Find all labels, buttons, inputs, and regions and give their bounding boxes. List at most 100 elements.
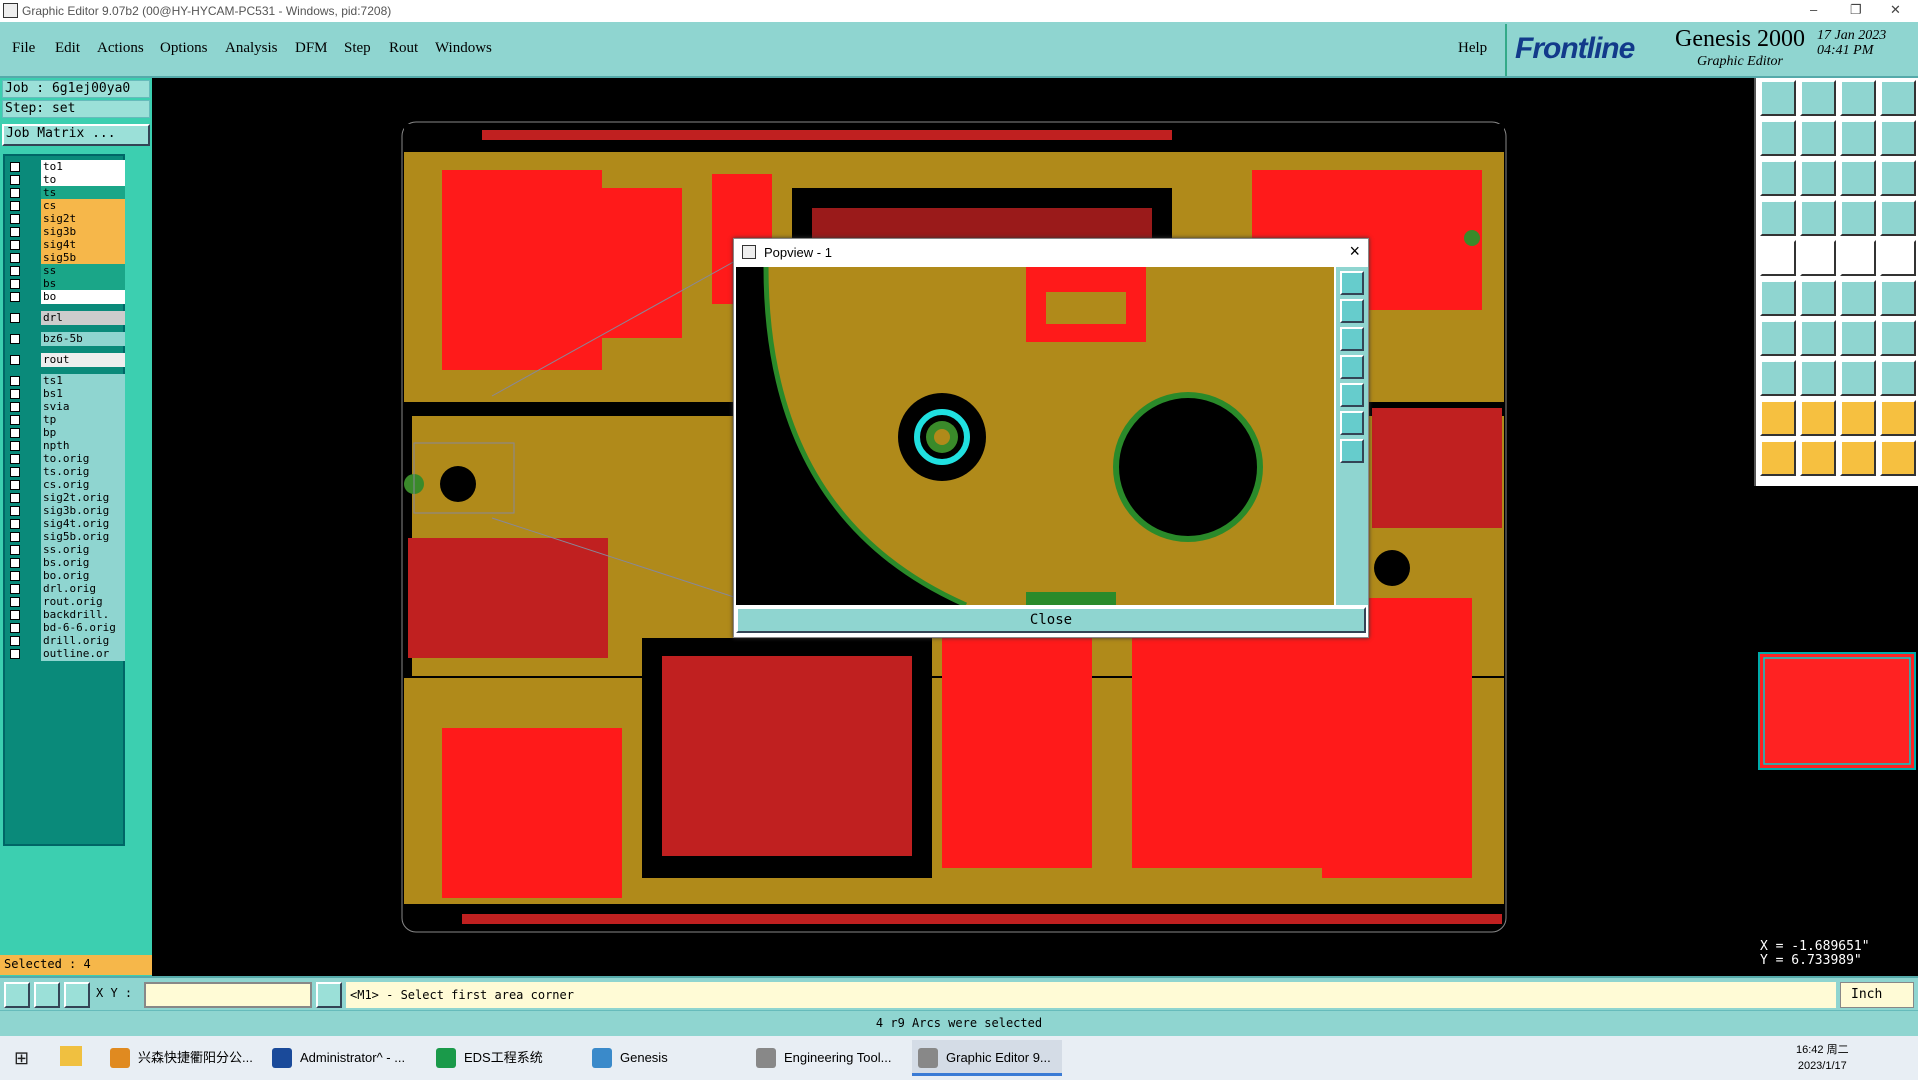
menu-analysis[interactable]: Analysis [225, 40, 278, 57]
layer-row[interactable]: sig3b [7, 225, 127, 239]
popview-canvas[interactable] [736, 267, 1334, 605]
menu-windows[interactable]: Windows [435, 40, 492, 57]
tool-r2-c3-icon[interactable] [1880, 160, 1916, 196]
layer-checkbox[interactable] [10, 227, 20, 237]
tool-r7-c1-icon[interactable] [1800, 360, 1836, 396]
tool-r2-c0-icon[interactable] [1760, 160, 1796, 196]
menu-options[interactable]: Options [160, 40, 208, 57]
layer-checkbox[interactable] [10, 506, 20, 516]
tool-r3-c2-icon[interactable] [1840, 200, 1876, 236]
layer-checkbox[interactable] [10, 389, 20, 399]
tool-r1-c2-icon[interactable] [1840, 120, 1876, 156]
layer-row[interactable]: bo.orig [7, 569, 127, 583]
tool-r1-c0-icon[interactable] [1760, 120, 1796, 156]
layer-checkbox[interactable] [10, 162, 20, 172]
tool-r3-c0-icon[interactable] [1760, 200, 1796, 236]
layer-row[interactable]: rout [7, 353, 127, 367]
layer-checkbox[interactable] [10, 519, 20, 529]
taskbar-item[interactable]: Administrator^ - ... [266, 1040, 416, 1076]
layer-row[interactable]: drl.orig [7, 582, 127, 596]
layer-row[interactable]: ts [7, 186, 127, 200]
job-matrix-button[interactable]: Job Matrix ... [2, 124, 150, 146]
layer-row[interactable]: bd-6-6.orig [7, 621, 127, 635]
layer-checkbox[interactable] [10, 240, 20, 250]
layer-checkbox[interactable] [10, 201, 20, 211]
taskbar-item[interactable]: Engineering Tool... [750, 1040, 900, 1076]
popview-tool-2-icon[interactable] [1340, 299, 1364, 323]
popview-tool-3-icon[interactable] [1340, 327, 1364, 351]
measure-tool-icon[interactable] [34, 982, 60, 1008]
layer-checkbox[interactable] [10, 597, 20, 607]
layer-row[interactable]: bs [7, 277, 127, 291]
layer-checkbox[interactable] [10, 649, 20, 659]
layer-row[interactable]: sig3b.orig [7, 504, 127, 518]
layer-checkbox[interactable] [10, 376, 20, 386]
tool-r9-c1-icon[interactable] [1800, 440, 1836, 476]
popview-close-icon[interactable]: × [1349, 241, 1360, 262]
layer-checkbox[interactable] [10, 610, 20, 620]
menu-dfm[interactable]: DFM [295, 40, 328, 57]
tool-r6-c0-icon[interactable] [1760, 320, 1796, 356]
layer-row[interactable]: sig4t [7, 238, 127, 252]
tool-r5-c0-icon[interactable] [1760, 280, 1796, 316]
layer-checkbox[interactable] [10, 636, 20, 646]
tool-r1-c1-icon[interactable] [1800, 120, 1836, 156]
layer-row[interactable]: sig2t.orig [7, 491, 127, 505]
popview-close-button[interactable]: Close [736, 607, 1366, 633]
layer-checkbox[interactable] [10, 545, 20, 555]
layer-checkbox[interactable] [10, 532, 20, 542]
windows-start-icon[interactable]: ⊞ [14, 1048, 29, 1069]
cursor-tool-icon[interactable] [316, 982, 342, 1008]
menu-step[interactable]: Step [344, 40, 371, 57]
layer-checkbox[interactable] [10, 493, 20, 503]
layer-row[interactable]: ts1 [7, 374, 127, 388]
xy-input[interactable] [144, 982, 312, 1008]
layer-row[interactable]: cs [7, 199, 127, 213]
tool-r8-c0-icon[interactable] [1760, 400, 1796, 436]
tool-r7-c2-icon[interactable] [1840, 360, 1876, 396]
layer-row[interactable]: npth [7, 439, 127, 453]
unit-select[interactable]: Inch [1840, 982, 1914, 1008]
layer-row[interactable]: bz6-5b [7, 332, 127, 346]
tool-r4-c3-icon[interactable] [1880, 240, 1916, 276]
layer-checkbox[interactable] [10, 292, 20, 302]
tool-r6-c3-icon[interactable] [1880, 320, 1916, 356]
layer-row[interactable]: ss [7, 264, 127, 278]
layer-row[interactable]: backdrill. [7, 608, 127, 622]
file-explorer-icon[interactable] [60, 1046, 82, 1066]
layer-checkbox[interactable] [10, 441, 20, 451]
tool-r2-c2-icon[interactable] [1840, 160, 1876, 196]
layer-row[interactable]: sig2t [7, 212, 127, 226]
layer-row[interactable]: ss.orig [7, 543, 127, 557]
layer-row[interactable]: tp [7, 413, 127, 427]
layer-row[interactable]: sig5b.orig [7, 530, 127, 544]
layer-checkbox[interactable] [10, 313, 20, 323]
layer-checkbox[interactable] [10, 584, 20, 594]
layer-checkbox[interactable] [10, 415, 20, 425]
layer-row[interactable]: to [7, 173, 127, 187]
tool-r9-c2-icon[interactable] [1840, 440, 1876, 476]
tool-r5-c3-icon[interactable] [1880, 280, 1916, 316]
layer-row[interactable]: bs1 [7, 387, 127, 401]
tool-r0-c1-icon[interactable] [1800, 80, 1836, 116]
layer-checkbox[interactable] [10, 279, 20, 289]
zoom-tool-icon[interactable] [4, 982, 30, 1008]
layer-checkbox[interactable] [10, 355, 20, 365]
layer-checkbox[interactable] [10, 623, 20, 633]
layer-row[interactable]: outline.or [7, 647, 127, 661]
tool-r2-c1-icon[interactable] [1800, 160, 1836, 196]
tool-r3-c3-icon[interactable] [1880, 200, 1916, 236]
layer-checkbox[interactable] [10, 571, 20, 581]
tool-r9-c0-icon[interactable] [1760, 440, 1796, 476]
menu-actions[interactable]: Actions [97, 40, 144, 57]
layer-checkbox[interactable] [10, 428, 20, 438]
tool-r8-c2-icon[interactable] [1840, 400, 1876, 436]
tool-r4-c0-icon[interactable] [1760, 240, 1796, 276]
menu-file[interactable]: File [12, 40, 35, 57]
popview-tool-7-icon[interactable] [1340, 439, 1364, 463]
layer-row[interactable]: bp [7, 426, 127, 440]
tool-r8-c3-icon[interactable] [1880, 400, 1916, 436]
layer-checkbox[interactable] [10, 214, 20, 224]
popview-tool-6-icon[interactable] [1340, 411, 1364, 435]
layer-row[interactable]: drl [7, 311, 127, 325]
